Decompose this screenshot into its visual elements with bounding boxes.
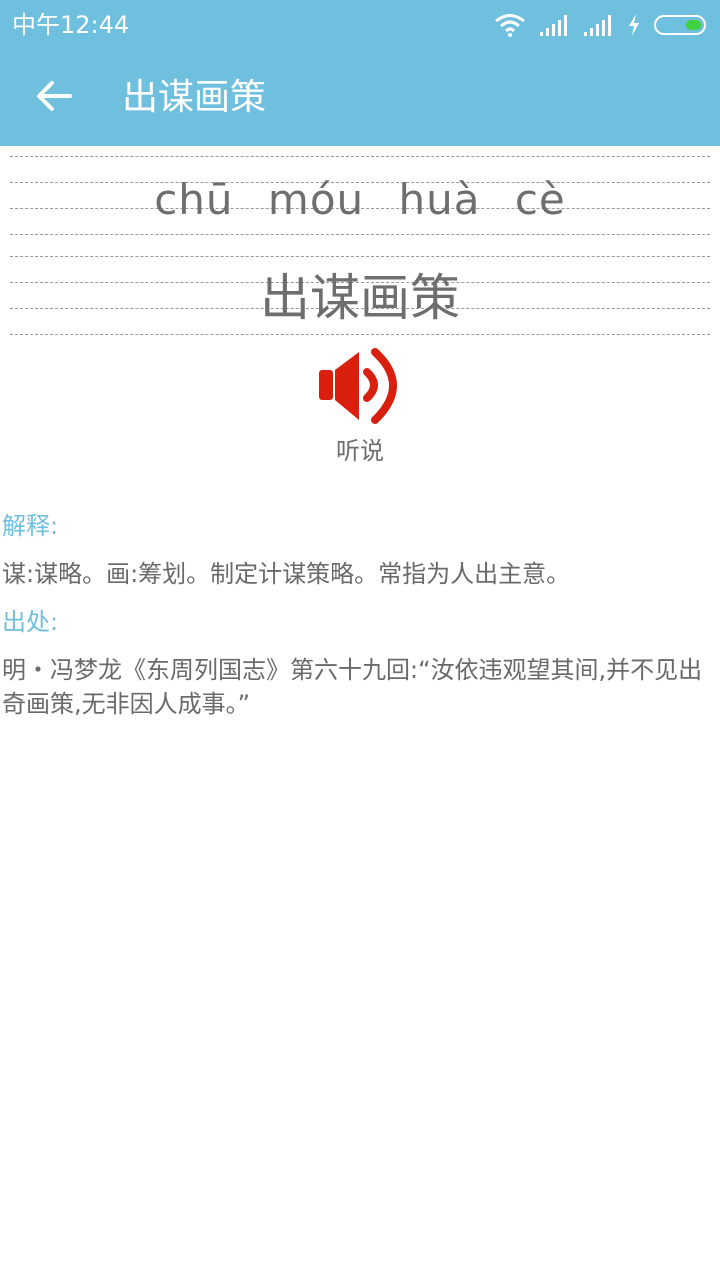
play-audio-button[interactable]	[310, 346, 410, 430]
grid-line	[10, 334, 710, 335]
definition-text: 谋:谋略。画:筹划。制定计谋策略。常指为人出主意。	[2, 560, 571, 588]
signal-icon	[540, 14, 570, 36]
header: 中午12:44 出谋画策	[0, 0, 720, 146]
signal-icon	[584, 14, 614, 36]
back-button[interactable]	[26, 72, 82, 124]
page-title: 出谋画策	[122, 77, 267, 118]
back-arrow-icon	[36, 80, 72, 116]
status-time: 中午12:44	[12, 11, 130, 39]
grid-line	[10, 156, 710, 157]
app-bar: 出谋画策	[0, 50, 720, 146]
battery-icon	[654, 14, 708, 36]
speaker-icon	[315, 346, 405, 430]
audio-label: 听说	[336, 437, 384, 465]
pinyin-row: chū móu huà cè	[0, 176, 720, 224]
charging-icon	[628, 14, 640, 36]
status-bar: 中午12:44	[0, 0, 720, 50]
status-icons	[494, 12, 708, 38]
wifi-icon	[494, 13, 526, 37]
pinyin-syllable: huà	[398, 175, 481, 224]
pinyin-syllable: chū	[154, 175, 234, 224]
pinyin-syllable: cè	[514, 175, 566, 224]
source-heading: 出处:	[2, 608, 59, 636]
grid-line	[10, 234, 710, 235]
definition-heading: 解释:	[2, 512, 59, 540]
source-text: 明・冯梦龙《东周列国志》第六十九回:“汝依违观望其间,并不见出奇画策,无非因人成…	[2, 656, 703, 718]
pinyin-syllable: móu	[267, 175, 365, 224]
grid-line	[10, 256, 710, 257]
idiom-characters: 出谋画策	[260, 269, 460, 327]
